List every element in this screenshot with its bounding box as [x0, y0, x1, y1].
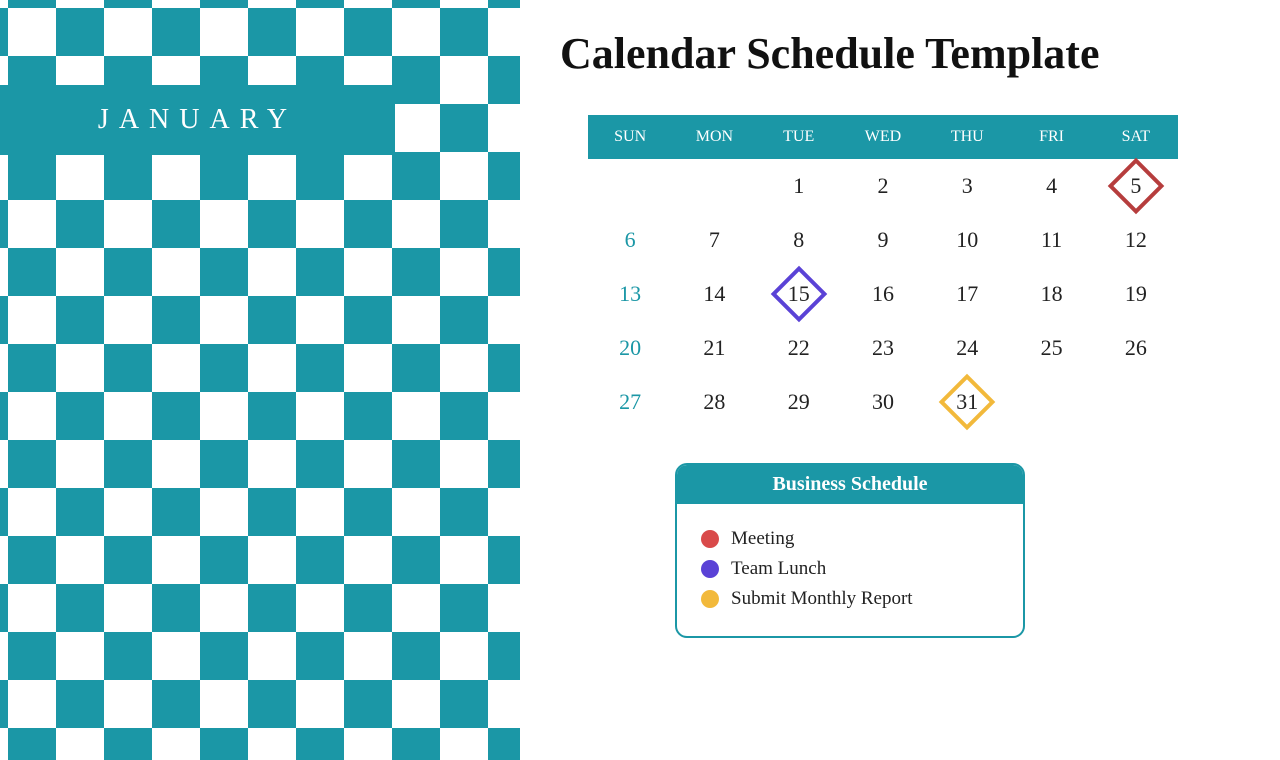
day-header: TUE — [757, 115, 841, 159]
calendar-day: 8 — [757, 213, 841, 267]
day-header: MON — [672, 115, 756, 159]
calendar-day — [672, 159, 756, 213]
day-header: THU — [925, 115, 1009, 159]
calendar-day: 10 — [925, 213, 1009, 267]
calendar-day: 5 — [1094, 159, 1178, 213]
day-header: SUN — [588, 115, 672, 159]
calendar-day: 12 — [1094, 213, 1178, 267]
calendar-body: 1234567891011121314151617181920212223242… — [588, 159, 1178, 429]
calendar-day: 9 — [841, 213, 925, 267]
calendar-day: 2 — [841, 159, 925, 213]
dot-icon — [701, 590, 719, 608]
calendar-day: 7 — [672, 213, 756, 267]
calendar-day: 13 — [588, 267, 672, 321]
calendar-day: 6 — [588, 213, 672, 267]
legend-label: Submit Monthly Report — [731, 588, 913, 610]
calendar-day: 21 — [672, 321, 756, 375]
calendar-day: 24 — [925, 321, 1009, 375]
calendar-day: 18 — [1009, 267, 1093, 321]
calendar-day: 23 — [841, 321, 925, 375]
legend-label: Meeting — [731, 528, 794, 550]
day-marker-icon — [939, 374, 996, 431]
dot-icon — [701, 530, 719, 548]
calendar-day: 27 — [588, 375, 672, 429]
legend-items: Meeting Team Lunch Submit Monthly Report — [677, 504, 1023, 636]
legend-title: Business Schedule — [677, 465, 1023, 504]
calendar-day: 15 — [757, 267, 841, 321]
day-marker-icon — [770, 266, 827, 323]
legend-item: Submit Monthly Report — [701, 588, 999, 610]
day-header: WED — [841, 115, 925, 159]
calendar-header-row: SUN MON TUE WED THU FRI SAT — [588, 115, 1178, 159]
legend-box: Business Schedule Meeting Team Lunch Sub… — [675, 463, 1025, 638]
page-title: Calendar Schedule Template — [560, 28, 1260, 79]
calendar-day: 17 — [925, 267, 1009, 321]
calendar-day — [1009, 375, 1093, 429]
calendar-day: 22 — [757, 321, 841, 375]
calendar-day: 4 — [1009, 159, 1093, 213]
dot-icon — [701, 560, 719, 578]
calendar-day: 28 — [672, 375, 756, 429]
legend-item: Team Lunch — [701, 558, 999, 580]
calendar-day: 20 — [588, 321, 672, 375]
calendar-day: 16 — [841, 267, 925, 321]
day-marker-icon — [1108, 158, 1165, 215]
day-header: SAT — [1094, 115, 1178, 159]
calendar-day: 30 — [841, 375, 925, 429]
legend-item: Meeting — [701, 528, 999, 550]
calendar-day: 3 — [925, 159, 1009, 213]
calendar-day — [1094, 375, 1178, 429]
calendar-day: 19 — [1094, 267, 1178, 321]
calendar-day: 11 — [1009, 213, 1093, 267]
calendar-day: 31 — [925, 375, 1009, 429]
day-header: FRI — [1009, 115, 1093, 159]
calendar-day: 1 — [757, 159, 841, 213]
legend-label: Team Lunch — [731, 558, 826, 580]
month-badge: JANUARY — [0, 85, 395, 155]
calendar-day: 26 — [1094, 321, 1178, 375]
calendar-day — [588, 159, 672, 213]
calendar: SUN MON TUE WED THU FRI SAT 123456789101… — [588, 115, 1178, 429]
calendar-day: 25 — [1009, 321, 1093, 375]
month-name: JANUARY — [98, 104, 297, 136]
calendar-day: 14 — [672, 267, 756, 321]
calendar-day: 29 — [757, 375, 841, 429]
content-area: Calendar Schedule Template SUN MON TUE W… — [560, 28, 1260, 638]
